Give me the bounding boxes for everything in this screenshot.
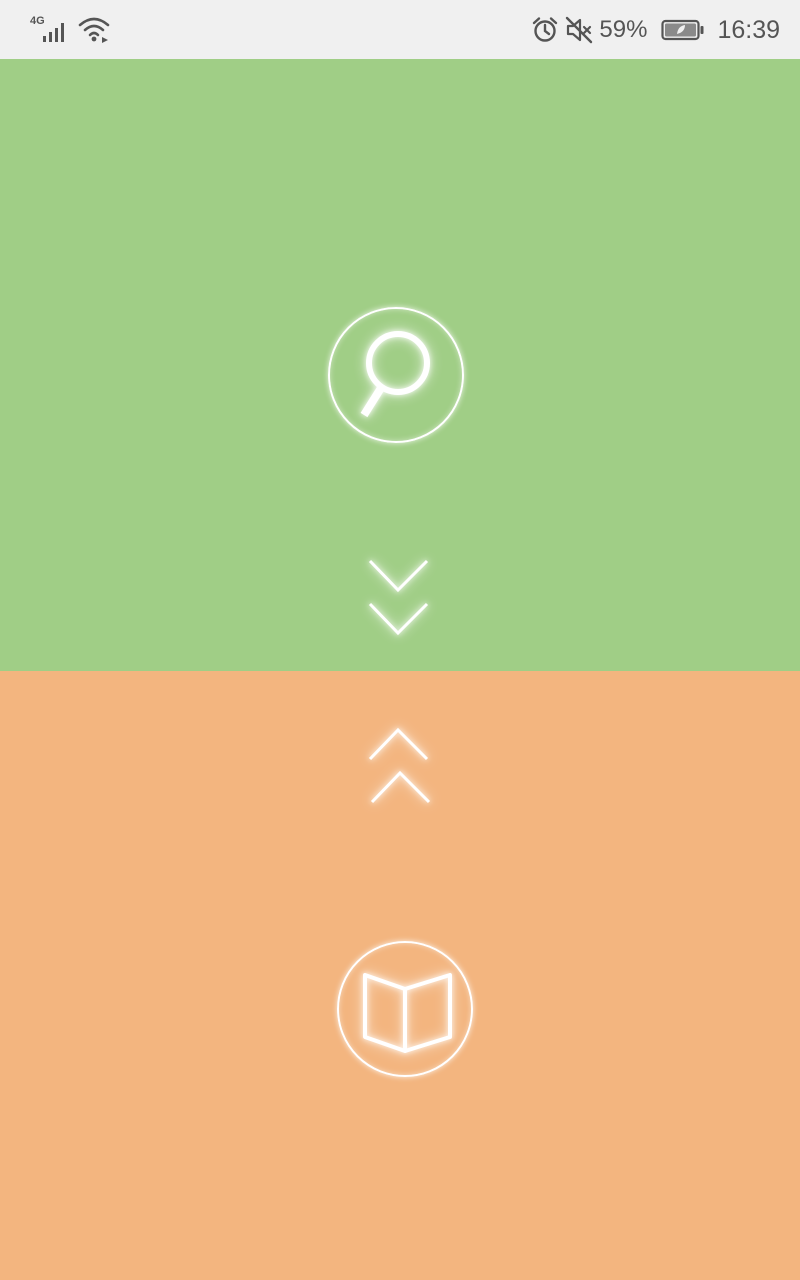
alarm-icon: [533, 17, 558, 42]
search-icon: [360, 331, 430, 418]
status-bar-left: 4G: [30, 14, 110, 44]
read-panel[interactable]: [0, 671, 800, 1280]
status-bar-right: 59% 16:39: [531, 12, 780, 48]
chevron-double-up-icon: [368, 727, 431, 804]
wifi-icon: [78, 17, 110, 43]
swipe-down-hint[interactable]: [366, 557, 432, 646]
clock: 16:39: [717, 15, 780, 44]
book-open-icon: [363, 973, 452, 1053]
battery-icon: [661, 19, 704, 41]
screen: 4G 59% 16:39: [0, 0, 800, 1280]
cellular-status: 4G: [30, 15, 70, 43]
search-button[interactable]: [328, 307, 464, 443]
swipe-up-hint[interactable]: [366, 725, 432, 814]
mute-icon: [566, 16, 593, 44]
search-panel[interactable]: [0, 59, 800, 671]
book-button[interactable]: [337, 941, 473, 1077]
chevron-double-down-icon: [368, 559, 429, 636]
signal-icon: [43, 23, 64, 42]
battery-percent: 59%: [599, 16, 648, 43]
status-bar: 4G 59% 16:39: [0, 0, 800, 59]
